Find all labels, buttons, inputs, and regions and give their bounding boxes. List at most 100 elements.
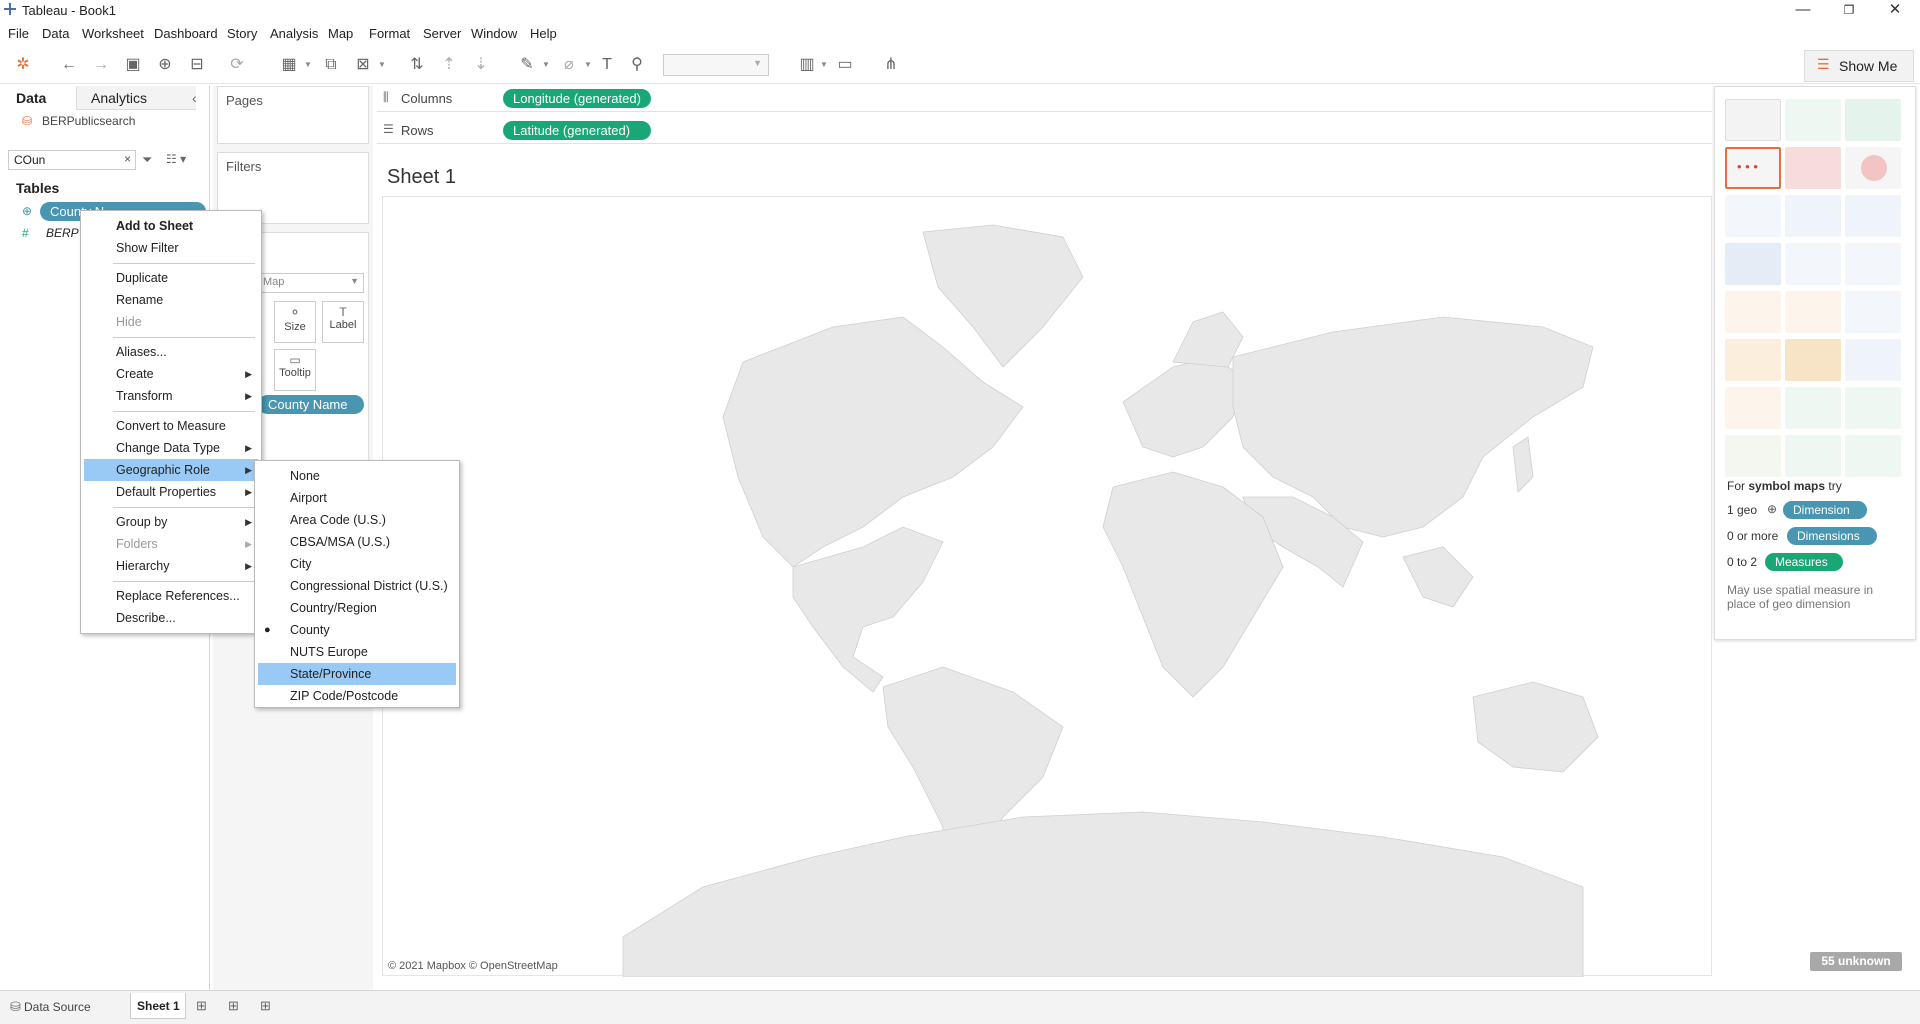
- map-view[interactable]: [382, 196, 1712, 978]
- fix-axes-icon[interactable]: ▥: [796, 54, 818, 76]
- menu-item-show-filter[interactable]: Show Filter: [84, 237, 258, 259]
- swap-icon[interactable]: ⇅: [406, 54, 428, 76]
- maximize-button[interactable]: ❐: [1826, 0, 1872, 22]
- circle-views-thumb[interactable]: [1785, 243, 1841, 285]
- tooltip-button[interactable]: ▭ Tooltip: [274, 349, 316, 391]
- show-me-button[interactable]: ☰ Show Me: [1804, 50, 1914, 82]
- menu-data[interactable]: Data: [42, 26, 69, 41]
- save-icon[interactable]: ▣: [122, 54, 144, 76]
- sort-descending-icon[interactable]: ⇣: [470, 54, 492, 76]
- menu-item-default-properties[interactable]: Default Properties ▶: [84, 481, 258, 503]
- lines-discrete-thumb[interactable]: [1785, 291, 1841, 333]
- treemap-thumb[interactable]: [1725, 243, 1781, 285]
- duplicate-sheet-icon[interactable]: ⧉: [320, 54, 342, 76]
- menu-item-replace-references[interactable]: Replace References...: [84, 585, 258, 607]
- new-story-tab-icon[interactable]: ⊞: [260, 998, 271, 1014]
- heat-map-thumb[interactable]: [1785, 99, 1841, 141]
- menu-item-convert-to-measure[interactable]: Convert to Measure: [84, 415, 258, 437]
- unknown-indicator[interactable]: 55 unknown: [1810, 952, 1902, 971]
- tableau-home-icon[interactable]: ✲: [12, 54, 34, 76]
- collapse-pane-icon[interactable]: ‹: [192, 86, 197, 110]
- geo-role-country-region[interactable]: Country/Region: [258, 597, 456, 619]
- close-button[interactable]: ✕: [1872, 0, 1918, 22]
- menu-format[interactable]: Format: [369, 26, 410, 41]
- geo-role-none[interactable]: None: [258, 465, 456, 487]
- text-table-thumb[interactable]: [1725, 99, 1781, 141]
- new-worksheet-icon[interactable]: ▦: [278, 54, 300, 76]
- sort-ascending-icon[interactable]: ⇡: [438, 54, 460, 76]
- menu-item-hierarchy[interactable]: Hierarchy ▶: [84, 555, 258, 577]
- pie-chart-thumb[interactable]: [1845, 147, 1901, 189]
- field-berp[interactable]: BERP: [46, 226, 79, 240]
- undo-icon[interactable]: ←: [58, 54, 80, 76]
- area-discrete-thumb[interactable]: [1785, 339, 1841, 381]
- rows-shelf[interactable]: ☰ Rows Latitude (generated): [377, 118, 1712, 144]
- histogram-thumb[interactable]: [1785, 387, 1841, 429]
- pin-icon[interactable]: ⚲: [626, 54, 648, 76]
- new-dashboard-tab-icon[interactable]: ⊞: [228, 998, 239, 1014]
- menu-worksheet[interactable]: Worksheet: [82, 26, 144, 41]
- menu-item-create[interactable]: Create ▶: [84, 363, 258, 385]
- dual-combination-thumb[interactable]: [1845, 339, 1901, 381]
- clear-search-icon[interactable]: ×: [124, 152, 131, 166]
- group-icon[interactable]: ⌀: [558, 54, 580, 76]
- area-continuous-thumb[interactable]: [1725, 339, 1781, 381]
- bullet-graph-thumb[interactable]: [1785, 435, 1841, 477]
- menu-map[interactable]: Map: [328, 26, 353, 41]
- detail-county-name-pill[interactable]: County Name: [258, 395, 364, 414]
- menu-analysis[interactable]: Analysis: [270, 26, 318, 41]
- presentation-mode-icon[interactable]: ▭: [834, 54, 856, 76]
- menu-server[interactable]: Server: [423, 26, 461, 41]
- size-button[interactable]: ⚬ Size: [274, 301, 316, 343]
- longitude-pill[interactable]: Longitude (generated): [503, 89, 651, 108]
- share-icon[interactable]: ⋔: [880, 54, 902, 76]
- tab-data[interactable]: Data: [0, 86, 76, 110]
- new-worksheet-tab-icon[interactable]: ⊞: [196, 998, 207, 1014]
- geo-role-city[interactable]: City: [258, 553, 456, 575]
- lines-continuous-thumb[interactable]: [1725, 291, 1781, 333]
- sheet-title[interactable]: Sheet 1: [387, 166, 456, 189]
- horizontal-bars-thumb[interactable]: [1725, 195, 1781, 237]
- geo-role-airport[interactable]: Airport: [258, 487, 456, 509]
- view-options-icon[interactable]: ☷ ▾: [166, 152, 186, 166]
- geo-role-congressional-district[interactable]: Congressional District (U.S.): [258, 575, 456, 597]
- menu-item-duplicate[interactable]: Duplicate: [84, 267, 258, 289]
- menu-dashboard[interactable]: Dashboard: [154, 26, 218, 41]
- side-by-side-circles-thumb[interactable]: [1845, 243, 1901, 285]
- geo-role-cbsa-msa[interactable]: CBSA/MSA (U.S.): [258, 531, 456, 553]
- geo-role-zip-code[interactable]: ZIP Code/Postcode: [258, 685, 456, 707]
- highlight-table-thumb[interactable]: [1845, 99, 1901, 141]
- tab-sheet-1[interactable]: Sheet 1: [130, 993, 186, 1019]
- menu-window[interactable]: Window: [471, 26, 517, 41]
- fit-dropdown[interactable]: ▼: [663, 54, 769, 76]
- geo-role-county[interactable]: ● County: [258, 619, 456, 641]
- geo-role-nuts-europe[interactable]: NUTS Europe: [258, 641, 456, 663]
- filled-map-thumb[interactable]: [1785, 147, 1841, 189]
- latitude-pill[interactable]: Latitude (generated): [503, 121, 651, 140]
- highlight-icon[interactable]: ✎: [516, 54, 538, 76]
- menu-item-change-data-type[interactable]: Change Data Type ▶: [84, 437, 258, 459]
- menu-help[interactable]: Help: [530, 26, 557, 41]
- show-labels-icon[interactable]: T: [596, 54, 618, 76]
- redo-icon[interactable]: →: [90, 54, 112, 76]
- mark-type-dropdown[interactable]: Map ▼: [258, 273, 364, 293]
- side-by-side-bars-thumb[interactable]: [1845, 195, 1901, 237]
- menu-item-describe[interactable]: Describe...: [84, 607, 258, 629]
- minimize-button[interactable]: —: [1780, 0, 1826, 22]
- filter-icon[interactable]: ⏷: [142, 152, 152, 168]
- dual-lines-thumb[interactable]: [1845, 291, 1901, 333]
- packed-bubbles-thumb[interactable]: [1845, 435, 1901, 477]
- pause-updates-icon[interactable]: ⊟: [186, 54, 208, 76]
- clear-sheet-icon[interactable]: ⊠: [352, 54, 374, 76]
- new-datasource-icon[interactable]: ⊕: [154, 54, 176, 76]
- label-button[interactable]: T Label: [322, 301, 364, 343]
- field-search-input[interactable]: COun ×: [8, 150, 136, 170]
- refresh-icon[interactable]: ⟳: [226, 54, 248, 76]
- menu-item-add-to-sheet[interactable]: Add to Sheet: [84, 215, 258, 237]
- menu-story[interactable]: Story: [227, 26, 257, 41]
- box-whisker-thumb[interactable]: [1845, 387, 1901, 429]
- columns-shelf[interactable]: ⫼ Columns Longitude (generated): [377, 86, 1712, 112]
- gantt-thumb[interactable]: [1725, 435, 1781, 477]
- menu-item-geographic-role[interactable]: Geographic Role ▶: [84, 459, 258, 481]
- menu-item-aliases[interactable]: Aliases...: [84, 341, 258, 363]
